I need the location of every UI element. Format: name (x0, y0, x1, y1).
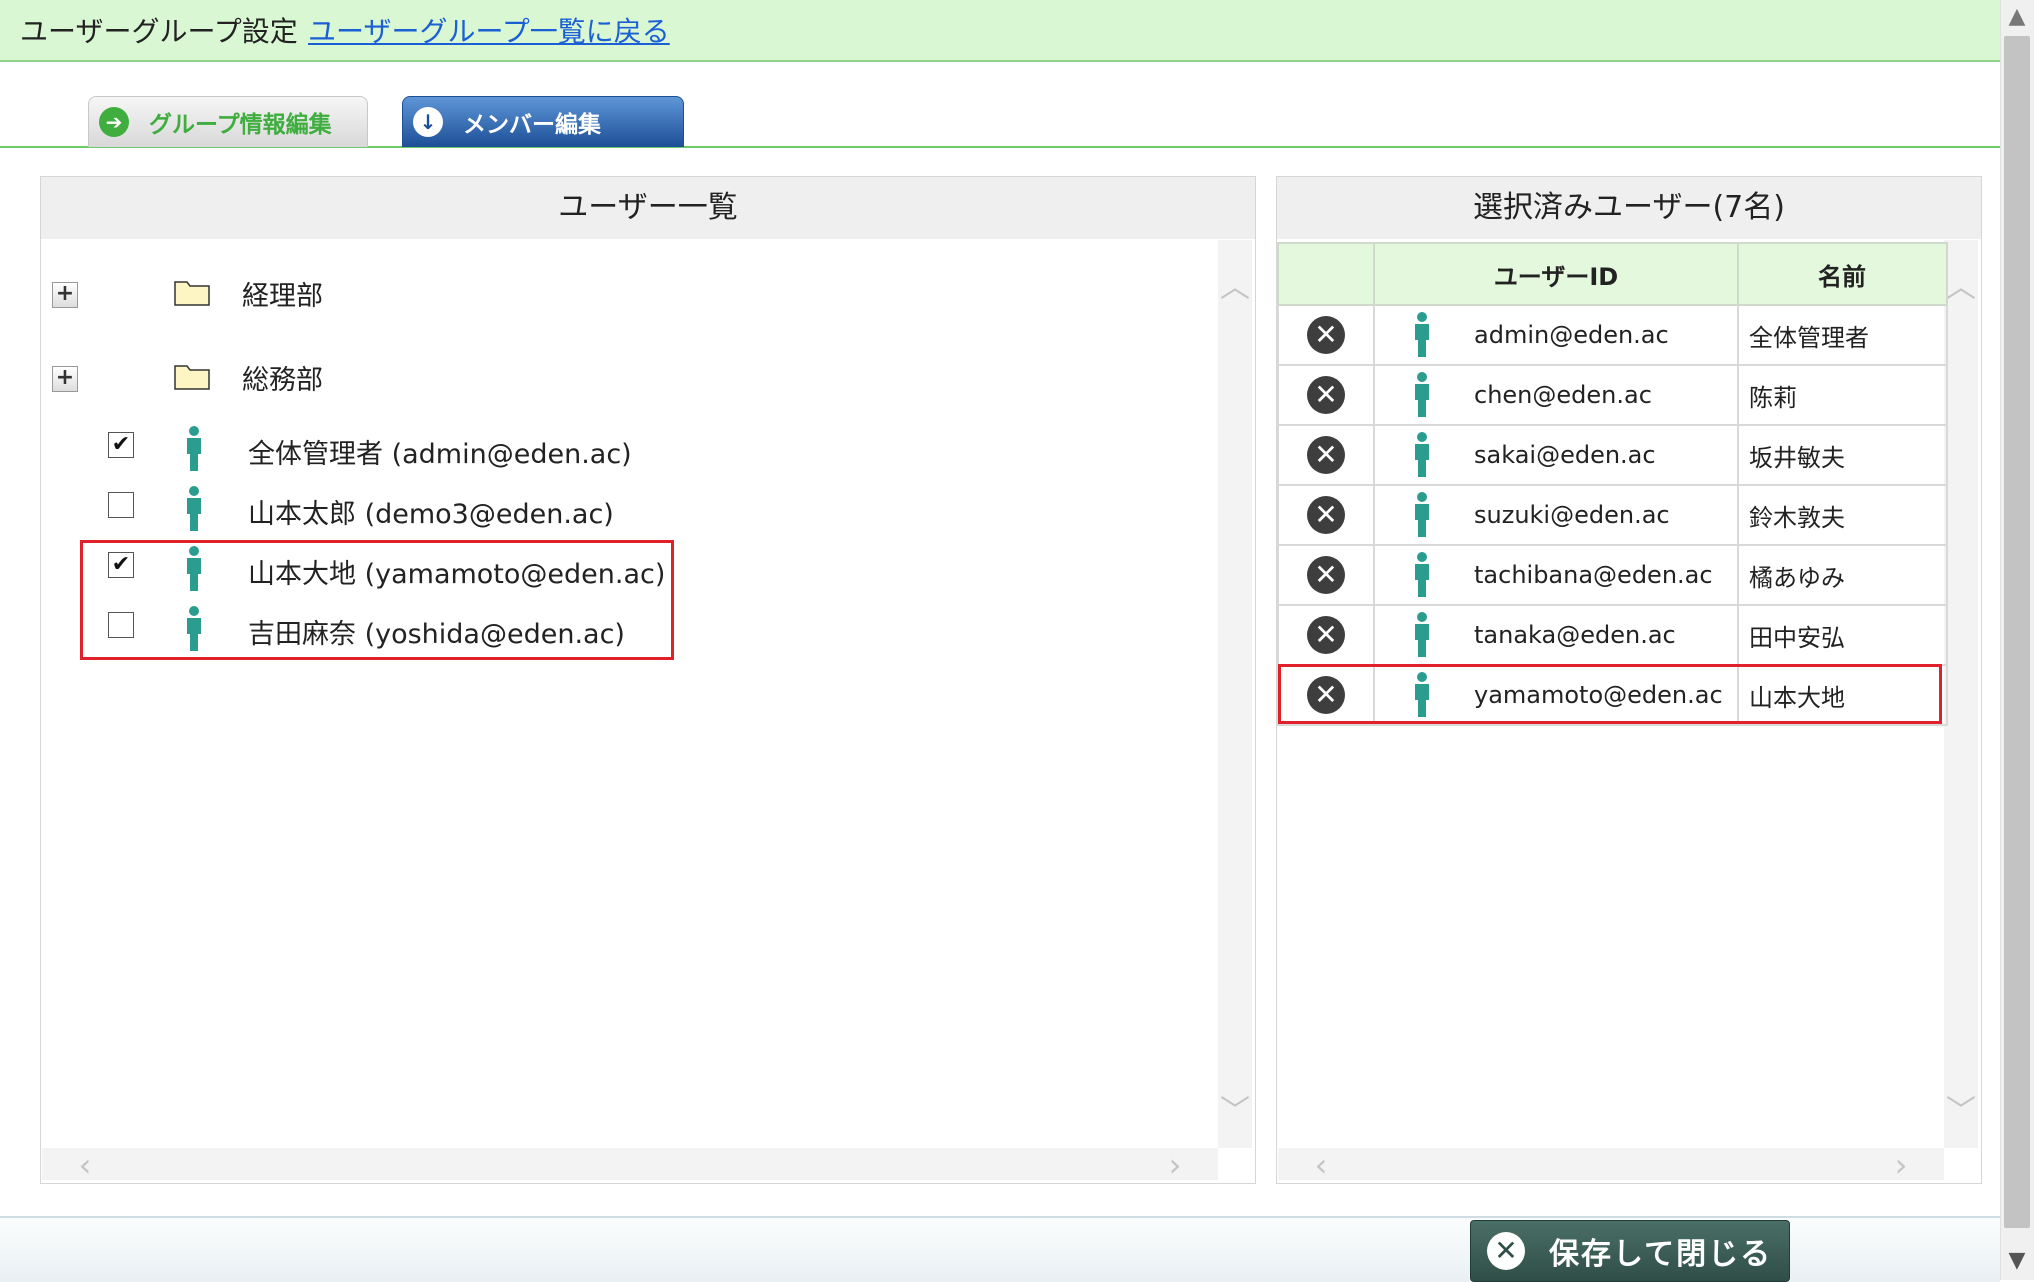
user-list-title: ユーザー一覧 (41, 177, 1255, 239)
remove-circle-x-icon[interactable]: ✕ (1307, 496, 1345, 534)
tab-member-edit[interactable]: ↓ メンバー編集 (402, 96, 684, 147)
column-header-user-id[interactable]: ユーザーID (1373, 242, 1739, 306)
table-row: ✕ chen@eden.ac 陈莉 (1277, 364, 1948, 426)
user-list-vscrollbar[interactable] (1218, 240, 1252, 1148)
table-row: ✕ tanaka@eden.ac 田中安弘 (1277, 604, 1948, 666)
chevron-up-icon[interactable]: ︿ (1220, 262, 1250, 306)
selected-users-vscrollbar[interactable] (1944, 240, 1978, 1148)
person-icon (1415, 612, 1429, 657)
folder-label-keiri[interactable]: 経理部 (242, 274, 323, 313)
user-checkbox[interactable]: ✔ (108, 432, 134, 458)
selected-users-table: ユーザーID 名前 ✕ admin@eden.ac 全体管理者 ✕ chen@e… (1277, 242, 1948, 726)
user-name-cell: 田中安弘 (1737, 604, 1948, 666)
user-id-cell: chen@eden.ac (1474, 381, 1652, 409)
user-name-cell: 鈴木敦夫 (1737, 484, 1948, 546)
window-scrollbar-thumb[interactable] (2004, 36, 2030, 1228)
person-icon (187, 486, 201, 531)
expand-plus-icon[interactable]: + (52, 282, 78, 308)
table-row: ✕ tachibana@eden.ac 橘あゆみ (1277, 544, 1948, 606)
remove-circle-x-icon[interactable]: ✕ (1307, 436, 1345, 474)
person-icon (187, 426, 201, 471)
table-header-row: ユーザーID 名前 (1277, 242, 1948, 306)
column-header-name[interactable]: 名前 (1737, 242, 1948, 306)
back-to-group-list-link[interactable]: ユーザーグループ一覧に戻る (308, 10, 670, 50)
scroll-up-arrow-icon[interactable]: ▲ (2004, 2, 2030, 32)
tab-label: グループ情報編集 (149, 112, 332, 138)
remove-circle-x-icon[interactable]: ✕ (1307, 376, 1345, 414)
remove-circle-x-icon[interactable]: ✕ (1307, 616, 1345, 654)
person-icon (1415, 552, 1429, 597)
tab-label: メンバー編集 (463, 112, 601, 138)
chevron-down-icon[interactable]: ﹀ (1946, 1086, 1976, 1130)
user-id-cell: sakai@eden.ac (1474, 441, 1656, 469)
user-id-cell: tachibana@eden.ac (1474, 561, 1713, 589)
chevron-up-icon[interactable]: ︿ (1946, 262, 1976, 306)
selected-users-hscrollbar[interactable] (1278, 1148, 1944, 1180)
tab-group-info-edit[interactable]: ➔ グループ情報編集 (88, 96, 368, 147)
page-title: ユーザーグループ設定 (20, 15, 298, 48)
person-icon (1415, 312, 1429, 357)
user-name-cell: 全体管理者 (1737, 304, 1948, 366)
chevron-right-icon[interactable]: › (1886, 1146, 1916, 1184)
chevron-left-icon[interactable]: ‹ (70, 1146, 100, 1184)
remove-circle-x-icon[interactable]: ✕ (1307, 316, 1345, 354)
folder-icon (174, 365, 210, 390)
chevron-right-icon[interactable]: › (1160, 1146, 1190, 1184)
arrow-right-icon: ➔ (99, 107, 129, 137)
chevron-down-icon[interactable]: ﹀ (1220, 1086, 1250, 1130)
page-header (0, 0, 2000, 62)
user-label[interactable]: 全体管理者 (admin@eden.ac) (248, 432, 632, 471)
user-id-cell: admin@eden.ac (1474, 321, 1669, 349)
user-name-cell: 橘あゆみ (1737, 544, 1948, 606)
user-name-cell: 坂井敏夫 (1737, 424, 1948, 486)
selected-users-title: 選択済みユーザー(7名) (1277, 177, 1981, 239)
user-name-cell: 陈莉 (1737, 364, 1948, 426)
user-id-cell: tanaka@eden.ac (1474, 621, 1676, 649)
person-icon (1415, 372, 1429, 417)
user-list-hscrollbar[interactable] (42, 1148, 1218, 1180)
column-header-remove (1277, 242, 1375, 306)
highlight-box (1278, 664, 1942, 724)
expand-plus-icon[interactable]: + (52, 366, 78, 392)
scroll-down-arrow-icon[interactable]: ▼ (2004, 1246, 2030, 1276)
save-and-close-label: 保存して閉じる (1549, 1237, 1773, 1272)
person-icon (1415, 432, 1429, 477)
person-icon (1415, 492, 1429, 537)
user-checkbox[interactable] (108, 492, 134, 518)
table-row: ✕ sakai@eden.ac 坂井敏夫 (1277, 424, 1948, 486)
user-id-cell: suzuki@eden.ac (1474, 501, 1670, 529)
highlight-box (80, 540, 674, 660)
folder-icon (174, 281, 210, 306)
save-and-close-button[interactable]: ✕ 保存して閉じる (1470, 1220, 1790, 1282)
table-row: ✕ admin@eden.ac 全体管理者 (1277, 304, 1948, 366)
remove-circle-x-icon[interactable]: ✕ (1307, 556, 1345, 594)
chevron-left-icon[interactable]: ‹ (1306, 1146, 1336, 1184)
user-list-panel: ユーザー一覧 (40, 176, 1256, 1184)
table-row: ✕ suzuki@eden.ac 鈴木敦夫 (1277, 484, 1948, 546)
folder-label-somu[interactable]: 総務部 (242, 358, 323, 397)
arrow-down-icon: ↓ (413, 107, 443, 137)
close-circle-x-icon: ✕ (1487, 1232, 1525, 1270)
user-label[interactable]: 山本太郎 (demo3@eden.ac) (248, 492, 614, 531)
